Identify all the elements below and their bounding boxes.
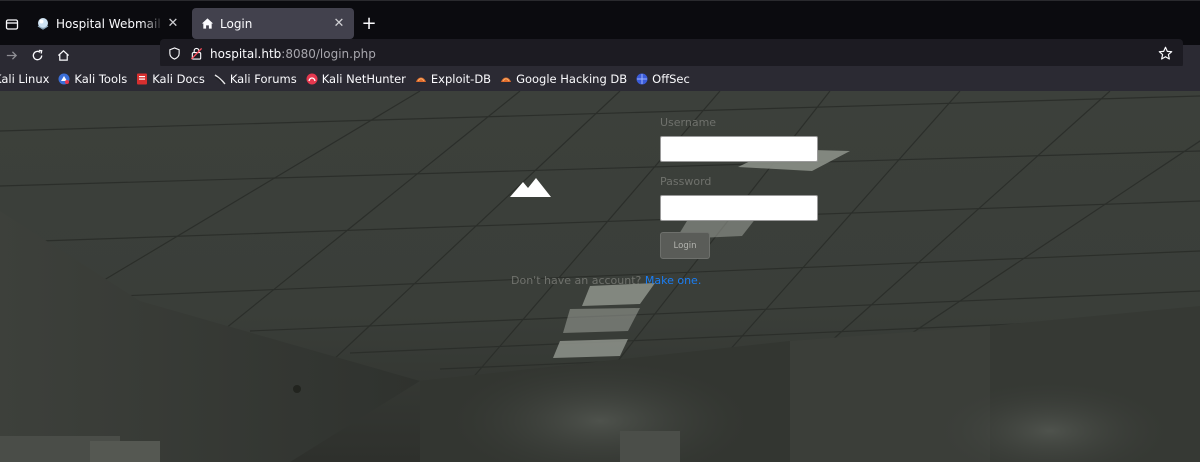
bookmark-label: Kali Forums	[229, 71, 297, 86]
bookmark-label: Exploit-DB	[430, 71, 492, 86]
bookmark-label: Kali Docs	[152, 71, 205, 86]
username-input[interactable]	[660, 136, 818, 162]
reload-button[interactable]	[26, 45, 48, 66]
navigation-bar: hospital.htb:8080/login.php	[0, 39, 1200, 68]
kali-tools-icon	[58, 73, 70, 85]
url-text: hospital.htb:8080/login.php	[210, 47, 376, 61]
bookmark-kali-nethunter[interactable]: Kali NetHunter	[306, 66, 406, 91]
bookmark-label: OffSec	[652, 71, 690, 86]
bookmark-label: Google Hacking DB	[516, 71, 628, 86]
reload-icon	[32, 49, 42, 61]
username-label: Username	[660, 116, 717, 129]
bookmark-kali-forums[interactable]: Kali Forums	[214, 66, 297, 91]
insecure-lock-icon[interactable]	[190, 47, 204, 61]
mountain-logo-icon	[510, 178, 551, 197]
bookmark-label: Kali NetHunter	[321, 71, 406, 86]
tab-list-button[interactable]	[0, 9, 24, 39]
kali-docs-icon	[136, 73, 148, 85]
bookmark-kali-tools[interactable]: Kali Tools	[58, 66, 127, 91]
signup-prompt: Don't have an account? Make one.	[511, 274, 701, 287]
forward-button[interactable]	[0, 45, 22, 66]
url-host: hospital.htb	[210, 46, 282, 61]
home-icon	[57, 50, 69, 61]
url-path: :8080/login.php	[281, 46, 376, 61]
bookmark-label: Kali Linux	[0, 71, 50, 86]
tab-login[interactable]: Login ✕	[192, 8, 354, 39]
bookmark-kali-docs[interactable]: Kali Docs	[136, 66, 205, 91]
bookmark-exploit-db[interactable]: Exploit-DB	[415, 66, 491, 91]
close-tab-icon[interactable]: ✕	[330, 15, 348, 33]
address-bar[interactable]: hospital.htb:8080/login.php	[160, 39, 1183, 68]
login-button[interactable]: Login	[660, 232, 710, 259]
roundcube-icon	[36, 17, 50, 31]
signup-text: Don't have an account?	[511, 274, 642, 287]
home-button[interactable]	[52, 45, 74, 66]
ghdb-icon	[500, 73, 512, 85]
bookmark-google-hacking-db[interactable]: Google Hacking DB	[500, 66, 627, 91]
tab-list-icon	[5, 19, 19, 30]
bookmark-kali-linux[interactable]: Kali Linux	[0, 66, 49, 91]
password-label: Password	[660, 175, 712, 188]
new-tab-button[interactable]: +	[358, 12, 380, 34]
make-account-link[interactable]: Make one.	[645, 274, 701, 287]
tab-title: Hospital Webmail :: Welcome	[56, 16, 164, 31]
bookmarks-toolbar: Kali Linux Kali Tools Kali Docs Kali For…	[0, 66, 1200, 91]
bookmark-offsec[interactable]: OffSec	[636, 66, 690, 91]
close-tab-icon[interactable]: ✕	[164, 15, 182, 33]
offsec-icon	[636, 73, 648, 85]
tracking-protection-icon[interactable]	[168, 47, 182, 61]
kali-forums-icon	[214, 73, 226, 85]
bookmark-star-icon[interactable]	[1158, 46, 1173, 61]
forward-arrow-icon	[6, 51, 17, 60]
bookmark-label: Kali Tools	[74, 71, 128, 86]
tab-title: Login	[220, 16, 253, 31]
password-input[interactable]	[660, 195, 818, 221]
tab-hospital-webmail[interactable]: Hospital Webmail :: Welcome ✕	[28, 8, 188, 39]
home-icon	[200, 17, 214, 31]
page-content: Username Password Login Don't have an ac…	[0, 91, 1200, 462]
nethunter-icon	[306, 73, 318, 85]
exploit-db-icon	[415, 73, 427, 85]
